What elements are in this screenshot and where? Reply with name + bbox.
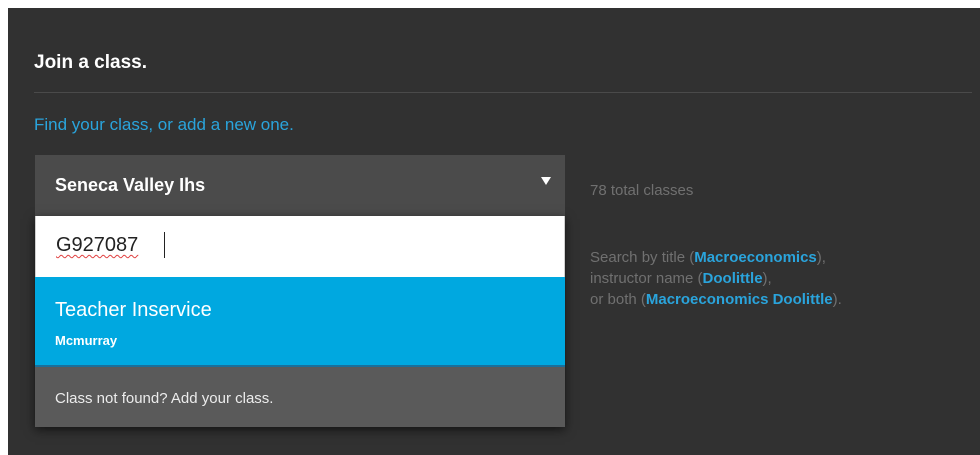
- search-help-text: Search by title (Macroeconomics), instru…: [590, 247, 842, 310]
- class-search-dropdown: G927087 Teacher Inservice Mcmurray Class…: [35, 216, 565, 427]
- help-line2-suffix: ),: [762, 270, 772, 287]
- help-line1-suffix: ),: [816, 249, 826, 266]
- title-divider: [34, 92, 972, 93]
- example-title-link[interactable]: Macroeconomics: [694, 249, 817, 266]
- result-class-title: Teacher Inservice: [55, 299, 212, 321]
- help-line2-prefix: instructor name (: [590, 270, 703, 287]
- total-classes-count: 78 total classes: [590, 182, 694, 199]
- find-class-link[interactable]: Find your class, or add a new one.: [34, 115, 294, 135]
- example-instructor-link[interactable]: Doolittle: [703, 270, 763, 287]
- help-line1-prefix: Search by title (: [590, 249, 695, 266]
- help-line3-prefix: or both (: [590, 291, 646, 308]
- search-result-item[interactable]: Teacher Inservice Mcmurray: [35, 277, 565, 367]
- result-instructor: Mcmurray: [55, 333, 118, 348]
- class-search-box[interactable]: G927087: [35, 216, 565, 277]
- example-both-link[interactable]: Macroeconomics Doolittle: [646, 291, 833, 308]
- help-line3-suffix: ).: [832, 291, 842, 308]
- help-line-both: or both (Macroeconomics Doolittle).: [590, 289, 842, 310]
- school-select[interactable]: Seneca Valley Ihs: [35, 155, 565, 216]
- help-line-title: Search by title (Macroeconomics),: [590, 247, 842, 268]
- add-class-label: Class not found? Add your class.: [55, 390, 274, 407]
- school-select-value: Seneca Valley Ihs: [55, 175, 206, 195]
- dropdown-arrow-icon: [541, 177, 551, 185]
- help-line-instructor: instructor name (Doolittle),: [590, 268, 842, 289]
- text-caret: [164, 232, 165, 258]
- add-class-option[interactable]: Class not found? Add your class.: [35, 367, 565, 427]
- class-search-input[interactable]: G927087: [56, 234, 138, 257]
- page-title: Join a class.: [34, 52, 148, 73]
